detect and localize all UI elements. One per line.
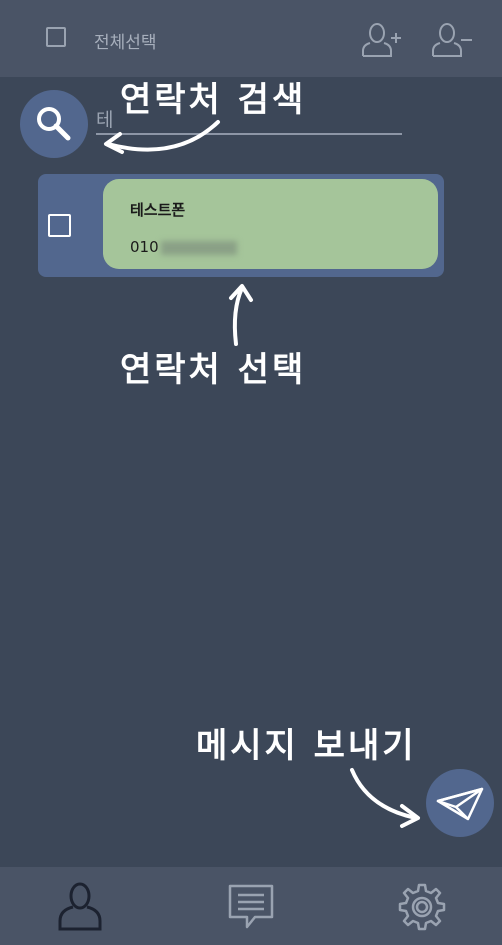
annotation-send: 메시지 보내기: [196, 726, 417, 766]
contact-checkbox[interactable]: [48, 214, 71, 237]
paper-plane-icon: [436, 787, 484, 821]
remove-user-icon[interactable]: [430, 22, 474, 58]
annotation-arrow-select: [229, 284, 253, 346]
bottom-nav: [0, 867, 502, 945]
contact-card[interactable]: 테스트폰 010: [103, 179, 438, 269]
contacts-icon[interactable]: [54, 881, 106, 933]
search-button[interactable]: [20, 90, 88, 158]
annotation-arrow-search: [104, 120, 220, 154]
select-all-label[interactable]: 전체선택: [94, 28, 157, 53]
settings-icon[interactable]: [396, 881, 448, 933]
send-message-button[interactable]: [426, 769, 494, 837]
contact-phone: 010: [130, 238, 237, 256]
search-icon: [37, 107, 71, 141]
add-user-icon[interactable]: [360, 22, 404, 58]
phone-redacted: [160, 240, 237, 255]
annotation-arrow-send: [350, 768, 420, 828]
top-bar: 전체선택: [0, 0, 502, 77]
annotation-select: 연락처 선택: [120, 350, 307, 390]
select-all-checkbox[interactable]: [46, 27, 66, 47]
messages-icon[interactable]: [225, 881, 277, 933]
contact-name: 테스트폰: [130, 201, 186, 219]
list-item[interactable]: 테스트폰 010: [38, 174, 444, 277]
